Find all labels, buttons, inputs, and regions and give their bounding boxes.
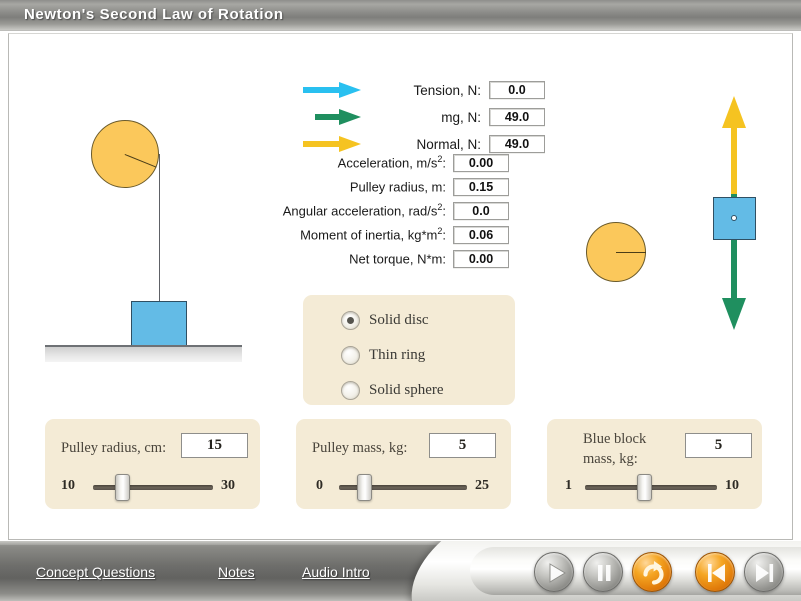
ground-surface	[45, 345, 242, 362]
radio-label: Thin ring	[369, 347, 426, 363]
pulley-spoke-right	[616, 252, 646, 253]
skip-back-icon	[708, 564, 725, 582]
pulley-mass-min-label: 0	[316, 478, 323, 493]
page-title: Newton's Second Law of Rotation	[24, 6, 284, 23]
pulley-radius-min-label: 10	[61, 478, 75, 493]
nav-link-audio-intro[interactable]: Audio Intro	[302, 564, 370, 580]
readout-row: Acceleration, m/s2: 0.00	[221, 152, 509, 173]
hanging-block	[131, 301, 187, 346]
title-bar: Newton's Second Law of Rotation	[0, 0, 801, 31]
pause-icon	[598, 565, 611, 581]
reset-button[interactable]	[632, 552, 672, 592]
angular-acceleration-label: Angular acceleration, rad/s2:	[282, 202, 446, 219]
pulley-radius-input[interactable]: 15	[181, 433, 248, 458]
readout-row: Pulley radius, m: 0.15	[221, 176, 509, 197]
pulley-mass-input[interactable]: 5	[429, 433, 496, 458]
radio-option-thin-ring[interactable]: Thin ring	[341, 346, 425, 365]
blue-block-mass-handle[interactable]	[637, 474, 652, 501]
pulley-radius-max-label: 30	[221, 478, 235, 493]
mg-value: 49.0	[489, 108, 545, 126]
skip-forward-icon	[756, 564, 774, 582]
blue-block-mass-min-label: 1	[565, 478, 572, 493]
acceleration-value: 0.00	[453, 153, 509, 172]
pause-button[interactable]	[583, 552, 623, 592]
pulley-radius-handle[interactable]	[115, 474, 130, 501]
readout-row: Moment of inertia, kg*m2: 0.06	[221, 224, 509, 245]
nav-link-notes[interactable]: Notes	[218, 564, 255, 580]
force-label: Tension, N:	[413, 82, 481, 98]
readout-row: Angular acceleration, rad/s2: 0.0	[221, 200, 509, 221]
pulley-mass-slider-label: Pulley mass, kg:	[312, 440, 408, 456]
step-back-button[interactable]	[695, 552, 735, 592]
net-torque-label: Net torque, N*m:	[349, 251, 446, 267]
pulley-radius-track[interactable]	[93, 485, 213, 490]
blue-block-mass-input[interactable]: 5	[685, 433, 752, 458]
center-of-mass-dot	[731, 215, 737, 221]
force-row: Tension, N: 0.0	[301, 79, 545, 101]
pulley-radius-slider-label: Pulley radius, cm:	[61, 440, 167, 456]
blue-block-mass-slider-label-2: mass, kg:	[583, 451, 638, 467]
play-button[interactable]	[534, 552, 574, 592]
simulation-window: Newton's Second Law of Rotation Tension,…	[0, 0, 801, 601]
force-row: mg, N: 49.0	[301, 106, 545, 128]
blue-block-mass-slider-label: Blue block	[583, 431, 647, 447]
simulation-canvas: Tension, N: 0.0 mg, N: 49.0 Normal, N: 4…	[8, 33, 793, 540]
pulley-mass-handle[interactable]	[357, 474, 372, 501]
arrow-right-icon	[315, 109, 361, 125]
force-label: mg, N:	[441, 109, 481, 125]
nav-link-concept-questions[interactable]: Concept Questions	[36, 564, 155, 580]
radio-icon[interactable]	[341, 311, 360, 330]
radio-label: Solid sphere	[369, 382, 444, 398]
net-torque-value: 0.00	[453, 249, 509, 268]
readout-row: Net torque, N*m: 0.00	[221, 248, 509, 269]
pulley-radius-value: 0.15	[453, 177, 509, 196]
arrow-right-icon	[303, 82, 361, 98]
radio-icon[interactable]	[341, 381, 360, 400]
step-forward-button[interactable]	[744, 552, 784, 592]
radio-option-solid-disc[interactable]: Solid disc	[341, 311, 429, 330]
tension-value: 0.0	[489, 81, 545, 99]
arrow-right-icon	[303, 136, 361, 152]
force-label: Normal, N:	[416, 136, 481, 152]
radio-option-solid-sphere[interactable]: Solid sphere	[341, 381, 444, 400]
moment-of-inertia-label: Moment of inertia, kg*m2:	[300, 226, 446, 243]
pulley-radius-label: Pulley radius, m:	[349, 179, 446, 195]
radio-label: Solid disc	[369, 312, 429, 328]
pulley-mass-max-label: 25	[475, 478, 489, 493]
reset-icon	[643, 561, 664, 585]
acceleration-label: Acceleration, m/s2:	[337, 154, 446, 171]
normal-value: 49.0	[489, 135, 545, 153]
play-icon	[549, 563, 566, 583]
angular-acceleration-value: 0.0	[453, 201, 509, 220]
blue-block-mass-max-label: 10	[725, 478, 739, 493]
moment-of-inertia-value: 0.06	[453, 225, 509, 244]
radio-icon[interactable]	[341, 346, 360, 365]
